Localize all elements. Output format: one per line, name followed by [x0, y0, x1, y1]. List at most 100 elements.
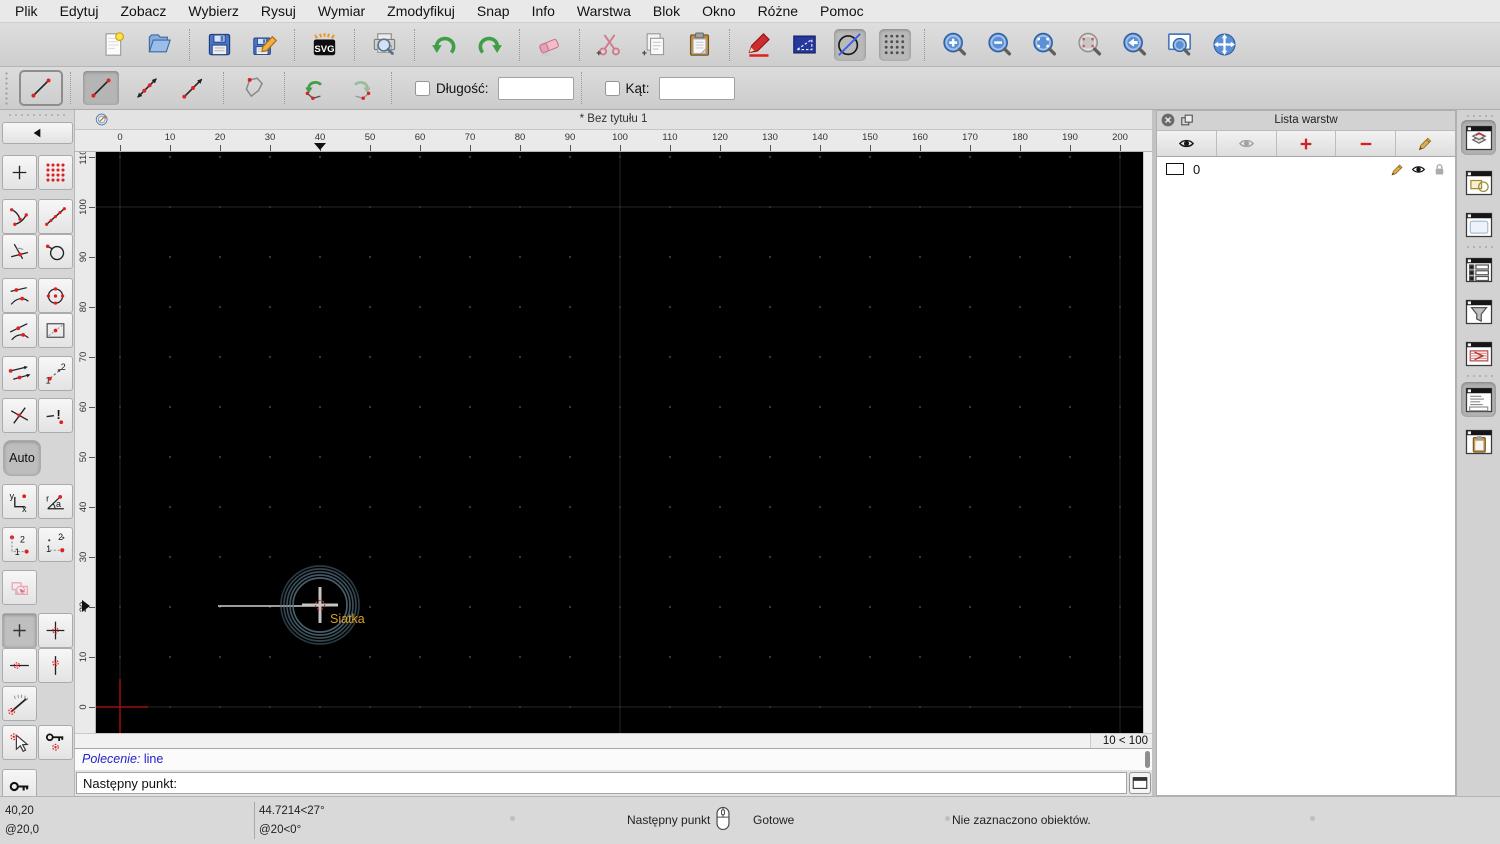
- coords-polar-button[interactable]: ra: [38, 484, 73, 519]
- print-preview-button[interactable]: [369, 29, 401, 61]
- dock-library-browser-button[interactable]: [1461, 207, 1496, 242]
- set-relative-zero-button[interactable]: [38, 613, 73, 648]
- draft-mode-button[interactable]: [833, 28, 866, 61]
- horizontal-scrollbar[interactable]: 10 < 100: [75, 733, 1152, 748]
- snap-intersection-manual-button[interactable]: [2, 398, 37, 433]
- dock-clipboard-button[interactable]: [1461, 424, 1496, 459]
- undo-button[interactable]: [429, 29, 461, 61]
- relative-zero-free-button[interactable]: [2, 613, 37, 648]
- edit-pencil-button[interactable]: [1390, 162, 1405, 177]
- snap-free-button[interactable]: [2, 155, 37, 190]
- snap-tangent-button[interactable]: [2, 313, 37, 348]
- remove-minus-button[interactable]: [1336, 131, 1397, 156]
- angle-checkbox[interactable]: [604, 80, 620, 96]
- snap-reference-button[interactable]: [38, 313, 73, 348]
- auto-snap-button[interactable]: Auto: [3, 440, 41, 476]
- close-icon[interactable]: [1161, 113, 1175, 134]
- command-input[interactable]: [176, 774, 1126, 792]
- snap-distance-manual-button[interactable]: 12: [38, 356, 73, 391]
- snap-on-entity-button[interactable]: [38, 199, 73, 234]
- menu-pomoc[interactable]: Pomoc: [809, 0, 875, 23]
- toolbar-drag-handle[interactable]: [7, 113, 67, 117]
- paste-button[interactable]: [684, 29, 716, 61]
- snap-endpoints-button[interactable]: [2, 199, 37, 234]
- eye-hidden-button[interactable]: [1217, 131, 1277, 156]
- cut-button[interactable]: [594, 29, 626, 61]
- copy-button[interactable]: [639, 29, 671, 61]
- zoom-window-button[interactable]: [1164, 29, 1196, 61]
- undo-segment-button[interactable]: [297, 71, 333, 105]
- angle-input[interactable]: [658, 76, 735, 100]
- history-scrollbar-thumb[interactable]: [1145, 751, 1150, 768]
- new-document-button[interactable]: [99, 29, 131, 61]
- export-svg-button[interactable]: SVG: [309, 29, 341, 61]
- zoom-in-button[interactable]: [939, 29, 971, 61]
- vertical-scrollbar[interactable]: [1143, 152, 1152, 733]
- pen-attributes-button[interactable]: [744, 29, 776, 61]
- menu-zmodyfikuj[interactable]: Zmodyfikuj: [376, 0, 466, 23]
- restrict-horizontal-button[interactable]: [2, 648, 37, 683]
- layer-row[interactable]: 0: [1157, 157, 1455, 179]
- snap-intersection-button[interactable]: [2, 234, 37, 269]
- restrict-vertical-button[interactable]: [38, 648, 73, 683]
- dock-section-button[interactable]: [1461, 336, 1496, 371]
- current-tool-indicator[interactable]: [19, 70, 63, 106]
- redo-segment-button[interactable]: [343, 71, 379, 105]
- line-segment-button[interactable]: [83, 71, 119, 105]
- line-infinite-button[interactable]: [129, 71, 165, 105]
- dock-block-list-button[interactable]: [1461, 165, 1496, 200]
- snap-center-button[interactable]: [38, 278, 73, 313]
- eye-visible-button[interactable]: [1157, 131, 1217, 156]
- zoom-pan-button[interactable]: [1209, 29, 1241, 61]
- selection-window-button[interactable]: [789, 29, 821, 61]
- length-checkbox[interactable]: [415, 80, 430, 96]
- coords-absolute-button[interactable]: 12: [38, 527, 73, 562]
- drawing-canvas[interactable]: Siatka: [96, 152, 1142, 733]
- restrict-nothing-button[interactable]: !: [38, 398, 73, 433]
- dock-layer-list-button[interactable]: [1461, 120, 1496, 155]
- lock-icon-button[interactable]: [1432, 162, 1447, 177]
- menu-snap[interactable]: Snap: [466, 0, 521, 23]
- zoom-auto-button[interactable]: [1029, 29, 1061, 61]
- grid-toggle-button[interactable]: [878, 28, 911, 61]
- zoom-selected-button[interactable]: [1074, 29, 1106, 61]
- menu-wymiar[interactable]: Wymiar: [307, 0, 376, 23]
- undock-icon[interactable]: [1180, 113, 1194, 134]
- eye-visible-button[interactable]: [1411, 162, 1426, 177]
- document-titlebar[interactable]: * Bez tytułu 1: [75, 110, 1152, 130]
- save-file-button[interactable]: [204, 29, 236, 61]
- menu-blok[interactable]: Blok: [642, 0, 691, 23]
- coords-cartesian-button[interactable]: yx: [2, 484, 37, 519]
- snap-selected-button[interactable]: [2, 725, 37, 760]
- dock-filter-button[interactable]: [1461, 294, 1496, 329]
- menu-wybierz[interactable]: Wybierz: [177, 0, 249, 23]
- keyboard-focus-button[interactable]: [1129, 772, 1151, 794]
- toolbar-drag-handle[interactable]: [1465, 114, 1493, 118]
- open-file-button[interactable]: [144, 29, 176, 61]
- snap-back-button[interactable]: [2, 122, 73, 144]
- command-field[interactable]: Następny punkt:: [76, 772, 1127, 794]
- angle-protractor-button[interactable]: [2, 686, 37, 721]
- length-input[interactable]: [497, 76, 574, 100]
- redo-button[interactable]: [474, 29, 506, 61]
- edit-pencil-button[interactable]: [1396, 131, 1455, 156]
- select-entity-button[interactable]: [2, 570, 37, 605]
- coords-relative-button[interactable]: 12: [2, 527, 37, 562]
- lock-relative-zero-button[interactable]: [38, 725, 73, 760]
- menu-rysuj[interactable]: Rysuj: [250, 0, 307, 23]
- menu-info[interactable]: Info: [521, 0, 566, 23]
- dock-command-line-button[interactable]: [1461, 382, 1496, 417]
- zoom-previous-button[interactable]: [1119, 29, 1151, 61]
- save-as-button[interactable]: [249, 29, 281, 61]
- delete-eraser-button[interactable]: [534, 29, 566, 61]
- snap-distance-button[interactable]: [2, 278, 37, 313]
- restrict-orthogonal-button[interactable]: [2, 356, 37, 391]
- menu-edytuj[interactable]: Edytuj: [49, 0, 110, 23]
- menu-plik[interactable]: Plik: [4, 0, 49, 23]
- snap-grid-button[interactable]: [38, 155, 73, 190]
- dock-entity-list-button[interactable]: [1461, 252, 1496, 287]
- menu-warstwa[interactable]: Warstwa: [566, 0, 642, 23]
- menu-okno[interactable]: Okno: [691, 0, 746, 23]
- add-plus-button[interactable]: [1277, 131, 1337, 156]
- line-ray-button[interactable]: [175, 71, 211, 105]
